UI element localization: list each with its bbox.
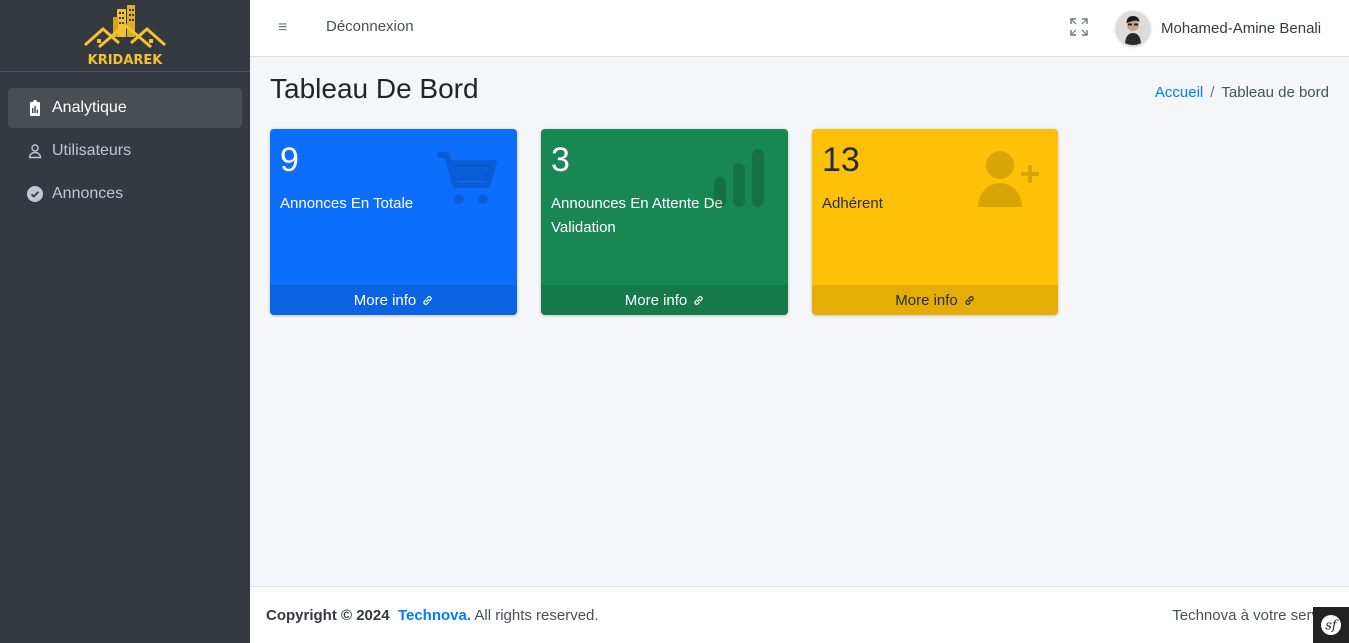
stat-value: 3 (551, 141, 570, 179)
shopping-cart-icon (437, 152, 497, 204)
sidebar-item-label: Utilisateurs (52, 142, 132, 159)
check-circle-icon (20, 186, 52, 202)
more-info-label: More info (353, 291, 417, 309)
breadcrumb: Accueil / Tableau de bord (1155, 84, 1329, 101)
sidebar-item-label: Annonces (52, 185, 124, 202)
stat-box-annonces-totale: 9 Annonces En Totale More info (270, 129, 517, 315)
sidebar-item-analytique[interactable]: Analytique (8, 88, 242, 128)
symfony-toolbar-icon[interactable]: sf (1313, 607, 1349, 643)
more-info-label: More info (895, 291, 958, 309)
user-icon (20, 143, 52, 159)
symfony-logo-icon: sf (1321, 615, 1341, 635)
page-footer: Copyright © 2024 Technova. All rights re… (250, 586, 1349, 643)
sidebar-item-label: Analytique (52, 99, 127, 116)
kridarek-logo[interactable]: KRIDAREK (83, 3, 167, 69)
more-info-label: More info (624, 291, 688, 309)
sidebar-item-utilisateurs[interactable]: Utilisateurs (8, 131, 242, 171)
footer-company-link[interactable]: Technova. (398, 607, 471, 624)
bar-chart-icon (714, 149, 764, 207)
stat-box-annonces-attente: 3 Announces En Attente De Validation Mor… (541, 129, 788, 315)
top-navbar: ≡ Déconnexion Mohamed-Amine Benali (250, 0, 1349, 57)
user-menu[interactable]: Mohamed-Amine Benali (1116, 8, 1321, 48)
avatar (1116, 11, 1150, 45)
user-plus-icon (978, 151, 1039, 207)
hamburger-menu-icon[interactable]: ≡ (278, 19, 294, 37)
stat-value: 13 (822, 141, 860, 179)
more-info-link[interactable]: More info (812, 285, 1058, 315)
brand[interactable]: KRIDAREK (0, 0, 250, 72)
sidebar: KRIDAREK Analytique Utilisateurs Annonce… (0, 0, 250, 643)
breadcrumb-home-link[interactable]: Accueil (1155, 84, 1203, 101)
breadcrumb-separator: / (1210, 84, 1215, 101)
footer-copyright: Copyright © 2024 Technova. All rights re… (266, 607, 599, 624)
footer-rights: All rights reserved. (474, 607, 599, 624)
stat-value: 9 (280, 141, 299, 179)
page-title: Tableau De Bord (270, 73, 479, 104)
logo-text: KRIDAREK (88, 53, 164, 68)
link-icon (965, 295, 974, 305)
copyright-text: Copyright © 2024 (266, 607, 390, 624)
sidebar-item-annonces[interactable]: Annonces (8, 174, 242, 214)
sidebar-nav: Analytique Utilisateurs Annonces (0, 72, 250, 233)
fullscreen-icon[interactable] (1070, 18, 1088, 36)
breadcrumb-current: Tableau de bord (1221, 84, 1329, 101)
stat-box-adherent: 13 Adhérent More info (812, 129, 1058, 315)
logout-link[interactable]: Déconnexion (326, 18, 414, 35)
user-name: Mohamed-Amine Benali (1161, 19, 1322, 37)
stat-label: Annonces En Totale (280, 195, 414, 212)
stat-label: Adhérent (822, 195, 883, 212)
more-info-link[interactable]: More info (270, 285, 517, 315)
link-icon (694, 295, 703, 305)
more-info-link[interactable]: More info (541, 285, 788, 315)
footer-right-text: Technova à votre serv (1172, 607, 1319, 624)
stat-label: Announces En Attente De Validation (551, 195, 723, 236)
link-icon (423, 295, 432, 305)
clipboard-icon (20, 100, 52, 116)
